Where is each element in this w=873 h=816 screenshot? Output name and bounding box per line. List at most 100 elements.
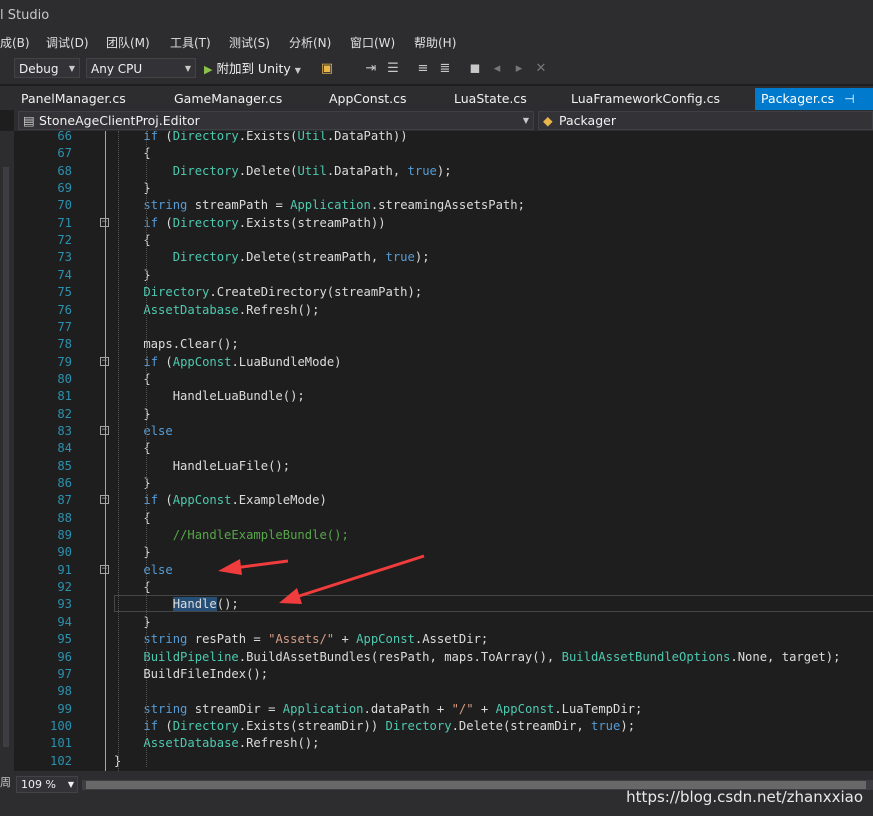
line-number: 78 bbox=[57, 337, 72, 352]
line-number: 85 bbox=[57, 458, 72, 473]
line-number: 87 bbox=[57, 493, 72, 508]
code-line[interactable]: 83− else bbox=[14, 423, 873, 440]
code-line[interactable]: 73 Directory.Delete(streamPath, true); bbox=[14, 249, 873, 266]
code-line[interactable]: 84 { bbox=[14, 440, 873, 457]
line-number: 69 bbox=[57, 181, 72, 196]
code-line[interactable]: 67 { bbox=[14, 145, 873, 162]
indent-icon[interactable]: ≡ bbox=[414, 60, 432, 78]
menu-test[interactable]: 测试(S) bbox=[229, 34, 270, 51]
code-line[interactable]: 71− if (Directory.Exists(streamPath)) bbox=[14, 215, 873, 232]
watermark: https://blog.csdn.net/zhanxxiao bbox=[626, 788, 863, 806]
pin-icon[interactable]: ⊣ bbox=[844, 92, 854, 106]
code-line[interactable]: 95 string resPath = "Assets/" + AppConst… bbox=[14, 631, 873, 648]
status-left-char: 周 bbox=[0, 776, 11, 789]
code-text: BuildPipeline.BuildAssetBundles(resPath,… bbox=[143, 649, 841, 664]
code-line[interactable]: 91− else bbox=[14, 562, 873, 579]
tab-panelmanager[interactable]: PanelManager.cs bbox=[21, 88, 126, 110]
tab-appconst[interactable]: AppConst.cs bbox=[329, 88, 407, 110]
line-number: 101 bbox=[49, 736, 72, 751]
code-line[interactable]: 89 //HandleExampleBundle(); bbox=[14, 527, 873, 544]
menu-window[interactable]: 窗口(W) bbox=[350, 34, 395, 51]
code-line[interactable]: 88 { bbox=[14, 510, 873, 527]
code-text: Directory.CreateDirectory(streamPath); bbox=[143, 285, 423, 300]
platform-dropdown[interactable]: Any CPU ▼ bbox=[86, 58, 196, 78]
code-line[interactable]: 77 bbox=[14, 319, 873, 336]
code-line[interactable]: 81 HandleLuaBundle(); bbox=[14, 388, 873, 405]
code-line[interactable]: 93 Handle(); bbox=[14, 596, 873, 613]
code-line[interactable]: 100 if (Directory.Exists(streamDir)) Dir… bbox=[14, 718, 873, 735]
code-line[interactable]: 72 { bbox=[14, 232, 873, 249]
menu-team[interactable]: 团队(M) bbox=[106, 34, 150, 51]
config-value: Debug bbox=[19, 62, 59, 76]
code-line[interactable]: 85 HandleLuaFile(); bbox=[14, 458, 873, 475]
code-editor[interactable]: 66 if (Directory.Exists(Util.DataPath)) 6… bbox=[14, 131, 873, 771]
line-number: 98 bbox=[57, 684, 72, 699]
code-line[interactable]: 68 Directory.Delete(Util.DataPath, true)… bbox=[14, 163, 873, 180]
line-number: 82 bbox=[57, 406, 72, 421]
bookmark-list-icon[interactable]: ☰ bbox=[384, 60, 402, 78]
code-line[interactable]: 96 BuildPipeline.BuildAssetBundles(resPa… bbox=[14, 649, 873, 666]
menu-debug[interactable]: 调试(D) bbox=[46, 34, 89, 51]
indent-guide bbox=[118, 131, 119, 771]
solution-config-dropdown[interactable]: Debug ▼ bbox=[14, 58, 80, 78]
line-number: 67 bbox=[57, 146, 72, 161]
code-text: BuildFileIndex(); bbox=[114, 666, 269, 681]
code-line[interactable]: 69 } bbox=[14, 180, 873, 197]
class-dropdown[interactable]: ◆ Packager bbox=[538, 111, 873, 130]
line-number: 76 bbox=[57, 302, 72, 317]
code-text: //HandleExampleBundle(); bbox=[114, 528, 349, 543]
clear-bookmarks-icon[interactable]: ✕ bbox=[532, 60, 550, 78]
code-line[interactable]: 97 BuildFileIndex(); bbox=[14, 666, 873, 683]
tab-packager[interactable]: Packager.cs ⊣ ✕ bbox=[755, 88, 873, 128]
line-number: 88 bbox=[57, 510, 72, 525]
tab-luastate[interactable]: LuaState.cs bbox=[454, 88, 527, 110]
menu-build[interactable]: 成(B) bbox=[0, 34, 30, 51]
code-line[interactable]: 90 } bbox=[14, 544, 873, 561]
menu-help[interactable]: 帮助(H) bbox=[414, 34, 456, 51]
code-line[interactable]: 99 string streamDir = Application.dataPa… bbox=[14, 701, 873, 718]
code-line[interactable]: 70 string streamPath = Application.strea… bbox=[14, 197, 873, 214]
code-line[interactable]: 98 bbox=[14, 683, 873, 700]
chevron-down-icon: ▼ bbox=[522, 116, 529, 125]
code-line[interactable]: 92 { bbox=[14, 579, 873, 596]
code-line[interactable]: 74 } bbox=[14, 267, 873, 284]
code-line[interactable]: 86 } bbox=[14, 475, 873, 492]
code-line[interactable]: 75 Directory.CreateDirectory(streamPath)… bbox=[14, 284, 873, 301]
prev-bookmark-icon[interactable]: ◂ bbox=[488, 60, 506, 78]
play-icon: ▶ bbox=[204, 63, 213, 76]
line-number: 95 bbox=[57, 632, 72, 647]
line-number: 84 bbox=[57, 441, 72, 456]
code-line[interactable]: 76 AssetDatabase.Refresh(); bbox=[14, 302, 873, 319]
code-line[interactable]: 101 AssetDatabase.Refresh(); bbox=[14, 735, 873, 752]
find-icon[interactable]: ▣ bbox=[318, 60, 336, 78]
project-dropdown[interactable]: ▤ StoneAgeClientProj.Editor ▼ bbox=[18, 111, 534, 130]
next-bookmark-icon[interactable]: ▸ bbox=[510, 60, 528, 78]
bookmark-icon[interactable]: ◼ bbox=[466, 60, 484, 78]
line-number: 72 bbox=[57, 233, 72, 248]
fold-margin-line bbox=[105, 131, 106, 771]
code-line[interactable]: 82 } bbox=[14, 406, 873, 423]
comment-icon[interactable]: ≣ bbox=[436, 60, 454, 78]
navigation-bar: ▤ StoneAgeClientProj.Editor ▼ ◆ Packager bbox=[14, 110, 873, 132]
code-line[interactable]: 87− if (AppConst.ExampleMode) bbox=[14, 492, 873, 509]
code-line[interactable]: 79− if (AppConst.LuaBundleMode) bbox=[14, 354, 873, 371]
code-line[interactable]: 94 } bbox=[14, 614, 873, 631]
attach-button[interactable]: ▶ 附加到 Unity ▼ bbox=[204, 60, 301, 78]
code-line[interactable]: 78 maps.Clear(); bbox=[14, 336, 873, 353]
code-text: HandleLuaFile(); bbox=[114, 458, 291, 473]
tab-gamemanager[interactable]: GameManager.cs bbox=[174, 88, 282, 110]
code-line[interactable]: 80 { bbox=[14, 371, 873, 388]
code-text: else bbox=[143, 423, 173, 438]
line-number: 79 bbox=[57, 354, 72, 369]
menu-analyze[interactable]: 分析(N) bbox=[289, 34, 331, 51]
tab-luaframeworkconfig[interactable]: LuaFrameworkConfig.cs bbox=[571, 88, 720, 110]
code-line[interactable]: 66 if (Directory.Exists(Util.DataPath)) bbox=[14, 131, 873, 145]
menu-tools[interactable]: 工具(T) bbox=[170, 34, 211, 51]
zoom-dropdown[interactable]: 109 % ▼ bbox=[16, 776, 78, 793]
step-icon[interactable]: ⇥ bbox=[362, 60, 380, 78]
code-text: AssetDatabase.Refresh(); bbox=[143, 302, 320, 317]
code-line[interactable]: 102} bbox=[14, 753, 873, 770]
line-number: 73 bbox=[57, 250, 72, 265]
code-text: if (AppConst.LuaBundleMode) bbox=[143, 354, 342, 369]
vertical-scrollbar[interactable] bbox=[3, 167, 9, 747]
